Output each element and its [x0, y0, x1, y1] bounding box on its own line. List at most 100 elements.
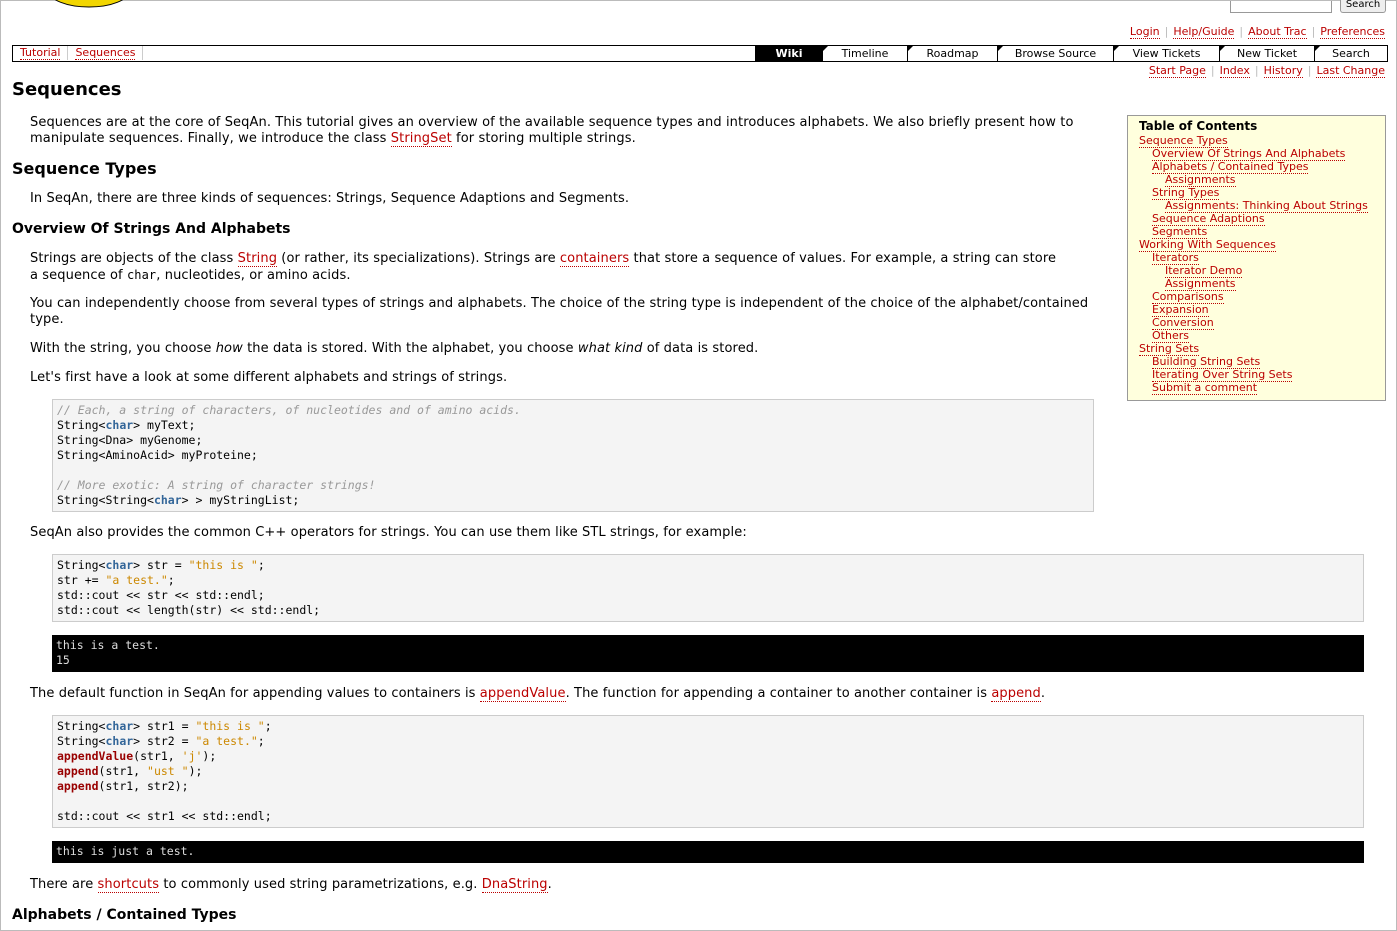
toc-title: Table of Contents	[1139, 119, 1258, 133]
tab-search[interactable]: Search	[1315, 45, 1388, 62]
appendvalue-link[interactable]: appendValue	[479, 686, 566, 702]
start-page-link[interactable]: Start Page	[1148, 64, 1206, 78]
main-navigation: Wiki Timeline Roadmap Browse Source View…	[755, 45, 1388, 62]
tab-label: View Tickets	[1132, 47, 1201, 60]
tab-timeline[interactable]: Timeline	[823, 45, 908, 62]
table-of-contents: Table of Contents Sequence Types Overview…	[1127, 115, 1386, 401]
tab-wiki[interactable]: Wiki	[755, 45, 823, 62]
code-block-alphabets: // Each, a string of characters, of nucl…	[52, 399, 1094, 512]
search-button[interactable]: Search	[1340, 0, 1386, 13]
toc-item: Segments	[1139, 225, 1374, 239]
tab-corner-icon	[1114, 46, 1119, 51]
text: of data is stored.	[642, 341, 759, 356]
toc-item: Comparisons	[1139, 290, 1374, 304]
toc-link[interactable]: Iterating Over String Sets	[1152, 368, 1293, 382]
code-block-operators: String<char> str = "this is "; str += "a…	[52, 554, 1364, 622]
text: You can independently choose from severa…	[30, 296, 1089, 311]
toc-item: Iterators	[1139, 251, 1374, 265]
tab-corner-icon	[908, 46, 913, 51]
output-block-append: this is just a test.	[52, 841, 1364, 863]
text: a sequence of	[30, 268, 127, 283]
toc-link[interactable]: Conversion	[1152, 316, 1214, 330]
shortcuts-link[interactable]: shortcuts	[97, 877, 160, 893]
append-link[interactable]: append	[991, 686, 1041, 702]
tab-corner-icon	[1220, 46, 1225, 51]
code-block-append: String<char> str1 = "this is "; String<c…	[52, 715, 1364, 828]
code-line: append(str1, str2);	[57, 779, 189, 793]
toc-link[interactable]: Assignments	[1165, 173, 1236, 187]
text: type.	[30, 312, 64, 327]
toc-list: Sequence Types Overview Of Strings And Al…	[1139, 134, 1374, 395]
login-link[interactable]: Login	[1129, 25, 1160, 39]
containers-link[interactable]: containers	[559, 251, 630, 267]
sequence-types-paragraph: In SeqAn, there are three kinds of seque…	[30, 191, 630, 206]
tab-roadmap[interactable]: Roadmap	[908, 45, 998, 62]
heading-sequence-types: Sequence Types	[12, 159, 157, 178]
toc-link[interactable]: Iterator Demo	[1165, 264, 1243, 278]
dnastring-link[interactable]: DnaString	[481, 877, 548, 893]
toc-link[interactable]: Comparisons	[1152, 290, 1224, 304]
text: Strings are objects of the class	[30, 251, 238, 266]
emphasis: what kind	[577, 341, 643, 356]
tab-label: Wiki	[775, 47, 803, 60]
code-line: 15	[56, 653, 70, 667]
stringset-link[interactable]: StringSet	[390, 131, 452, 147]
preferences-link[interactable]: Preferences	[1320, 25, 1385, 39]
code-line: String<AminoAcid> myProteine;	[57, 448, 258, 462]
toc-item: Iterating Over String Sets	[1139, 368, 1374, 382]
text: that store a sequence of values. For exa…	[629, 251, 1057, 266]
toc-item: Alphabets / Contained Types	[1139, 160, 1374, 174]
toc-link[interactable]: Sequence Adaptions	[1152, 212, 1265, 226]
toc-link[interactable]: Overview Of Strings And Alphabets	[1152, 147, 1346, 161]
heading-alphabets: Alphabets / Contained Types	[12, 907, 237, 923]
search-input[interactable]	[1230, 1, 1332, 13]
toc-item: Sequence Types	[1139, 134, 1374, 148]
toc-link[interactable]: Alphabets / Contained Types	[1152, 160, 1309, 174]
tab-view-tickets[interactable]: View Tickets	[1114, 45, 1220, 62]
toc-link[interactable]: Assignments: Thinking About Strings	[1165, 199, 1368, 213]
tab-label: Roadmap	[926, 47, 979, 60]
history-link[interactable]: History	[1263, 64, 1303, 78]
toc-link[interactable]: Submit a comment	[1152, 381, 1258, 395]
code-line: this is a test.	[56, 638, 160, 652]
tab-label: Timeline	[841, 47, 889, 60]
text: The default function in SeqAn for append…	[30, 686, 480, 701]
toc-link[interactable]: String Types	[1152, 186, 1220, 200]
tab-new-ticket[interactable]: New Ticket	[1220, 45, 1315, 62]
text: There are	[30, 877, 98, 892]
toc-link[interactable]: Working With Sequences	[1139, 238, 1276, 252]
code-line: std::cout << str1 << std::endl;	[57, 809, 272, 823]
ctx-sequences-link[interactable]: Sequences	[75, 46, 136, 60]
code-line: String<char> myText;	[57, 418, 196, 432]
code-line: this is just a test.	[56, 844, 195, 858]
append-paragraph: The default function in SeqAn for append…	[30, 686, 1045, 702]
ctx-tutorial-link[interactable]: Tutorial	[20, 46, 61, 60]
text: (or rather, its specializations). String…	[277, 251, 560, 266]
about-trac-link[interactable]: About Trac	[1248, 25, 1307, 39]
page-navigation: Start Page | Index | History | Last Change	[1148, 64, 1385, 78]
code-line: std::cout << length(str) << std::endl;	[57, 603, 321, 617]
toc-link[interactable]: Expansion	[1152, 303, 1209, 317]
output-block-operators: this is a test. 15	[52, 635, 1364, 672]
tab-corner-icon	[1315, 46, 1320, 51]
toc-item: Sequence Adaptions	[1139, 212, 1374, 226]
page-title: Sequences	[12, 79, 122, 100]
tab-label: New Ticket	[1236, 47, 1298, 60]
last-change-link[interactable]: Last Change	[1316, 64, 1385, 78]
text: With the string, you choose	[30, 341, 216, 356]
toc-link[interactable]: Sequence Types	[1139, 134, 1228, 148]
index-link[interactable]: Index	[1219, 64, 1250, 78]
code-line: str += "a test.";	[57, 573, 175, 587]
string-link[interactable]: String	[237, 251, 278, 267]
help-guide-link[interactable]: Help/Guide	[1173, 25, 1235, 39]
tab-browse-source[interactable]: Browse Source	[998, 45, 1114, 62]
toc-link[interactable]: Assignments	[1165, 277, 1236, 291]
seqan-trac-logo[interactable]	[19, 0, 239, 13]
text: .	[1040, 686, 1046, 701]
toc-link[interactable]: Others	[1152, 329, 1189, 343]
toc-link[interactable]: Building String Sets	[1152, 355, 1261, 369]
toc-link[interactable]: Segments	[1152, 225, 1208, 239]
toc-link[interactable]: String Sets	[1139, 342, 1200, 356]
tab-label: Search	[1332, 47, 1370, 60]
toc-link[interactable]: Iterators	[1152, 251, 1199, 265]
